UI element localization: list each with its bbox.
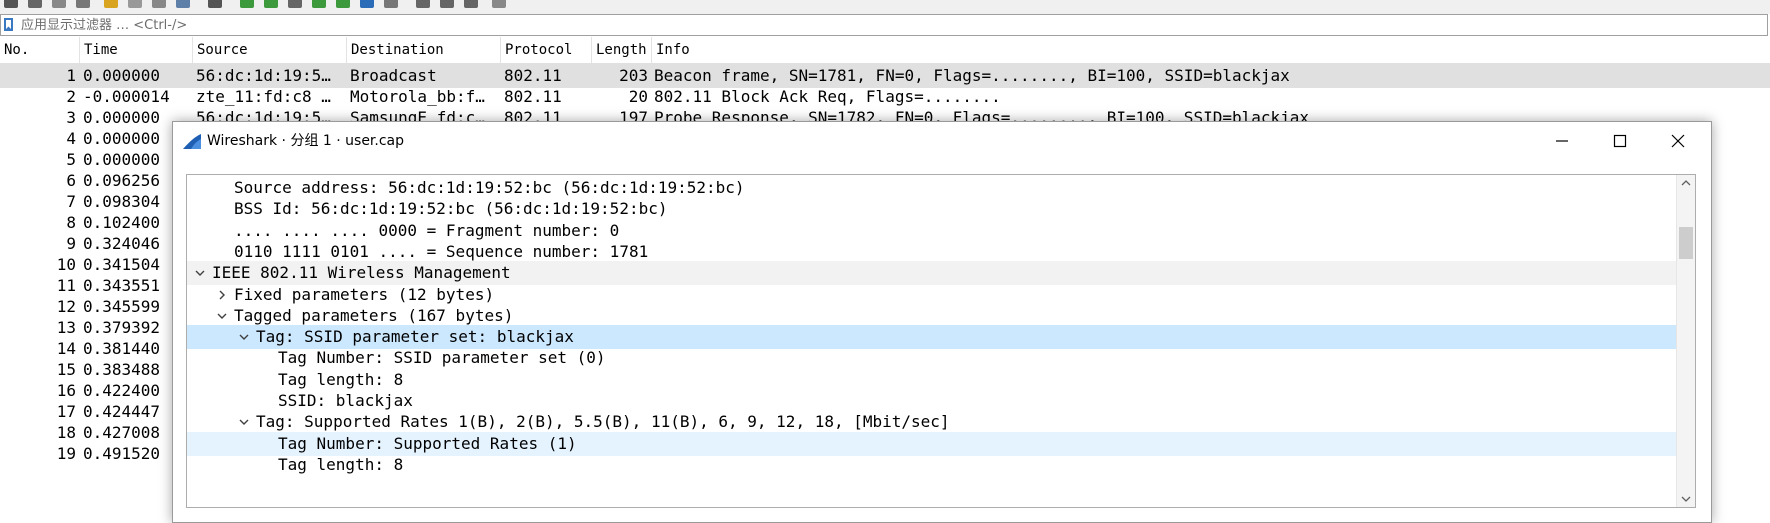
open-file-icon[interactable]: [104, 0, 118, 8]
close-file-icon[interactable]: [152, 0, 166, 8]
detail-tree-label: Tag Number: SSID parameter set (0): [278, 348, 606, 368]
go-back-icon[interactable]: [240, 0, 254, 8]
detail-tree-item[interactable]: Tag Number: Supported Rates (1): [187, 431, 1677, 456]
maximize-button[interactable]: [1591, 122, 1649, 160]
reload-file-icon[interactable]: [176, 0, 190, 8]
packet-detail-dialog: Wireshark · 分组 1 · user.cap Tag length: …: [172, 121, 1712, 523]
maximize-icon: [1613, 134, 1627, 148]
detail-tree-item[interactable]: Tagged parameters (167 bytes): [187, 304, 1677, 328]
detail-tree-item[interactable]: Tag length: 8: [187, 453, 1677, 477]
packet-detail-tree[interactable]: Tag length: 8 Tag Number: Supported Rates…: [186, 174, 1696, 508]
go-to-packet-icon[interactable]: [288, 0, 302, 8]
main-toolbar: [0, 0, 1770, 14]
detail-tree-label: SSID: blackjax: [278, 391, 413, 410]
restart-capture-icon[interactable]: [28, 0, 42, 8]
column-header-length[interactable]: Length: [592, 37, 652, 63]
detail-tree-label: Tag: Supported Rates 1(B), 2(B), 5.5(B),…: [256, 412, 950, 432]
capture-options-icon[interactable]: [52, 0, 66, 8]
filter-bookmark-icon[interactable]: [4, 18, 13, 31]
display-filter-input[interactable]: [21, 16, 1721, 34]
go-first-icon[interactable]: [312, 0, 326, 8]
detail-tree-item[interactable]: Tag: Supported Rates 1(B), 2(B), 5.5(B),…: [187, 410, 1677, 434]
detail-tree-label: Tagged parameters (167 bytes): [234, 305, 514, 325]
expand-chevron-down-icon[interactable]: [194, 267, 206, 279]
wireshark-fin-icon: [183, 134, 201, 149]
scroll-down-icon[interactable]: [1681, 496, 1691, 503]
reload-icon[interactable]: [76, 0, 90, 8]
find-packet-icon[interactable]: [208, 0, 222, 8]
detail-tree-item[interactable]: Tag: SSID parameter set: blackjax: [187, 325, 1677, 350]
zoom-out-icon[interactable]: [440, 0, 454, 8]
close-button[interactable]: [1649, 122, 1707, 160]
expand-chevron-down-icon[interactable]: [238, 331, 250, 343]
zoom-reset-icon[interactable]: [464, 0, 478, 8]
dialog-title: Wireshark · 分组 1 · user.cap: [207, 133, 405, 149]
go-forward-icon[interactable]: [264, 0, 278, 8]
detail-tree-item[interactable]: SSID: blackjax: [187, 389, 1677, 413]
detail-tree-label: Tag: SSID parameter set: blackjax: [256, 327, 574, 347]
dialog-titlebar[interactable]: Wireshark · 分组 1 · user.cap: [173, 122, 1711, 160]
detail-tree-label: Source address: 56:dc:1d:19:52:bc (56:dc…: [234, 178, 745, 197]
column-header-protocol[interactable]: Protocol: [501, 37, 592, 63]
auto-scroll-icon[interactable]: [360, 0, 374, 8]
column-header-source[interactable]: Source: [193, 37, 347, 63]
tree-vertical-scrollbar[interactable]: [1676, 175, 1695, 507]
resize-columns-icon[interactable]: [492, 0, 506, 8]
detail-tree-item[interactable]: 0110 1111 0101 .... = Sequence number: 1…: [187, 240, 1677, 264]
detail-tree-label: .... .... .... 0000 = Fragment number: 0: [234, 220, 620, 240]
minimize-button[interactable]: [1533, 122, 1591, 160]
detail-tree-label: IEEE 802.11 Wireless Management: [212, 263, 511, 283]
collapse-chevron-right-icon[interactable]: [216, 289, 228, 301]
close-icon: [1671, 134, 1685, 148]
detail-tree-item[interactable]: BSS Id: 56:dc:1d:19:52:bc (56:dc:1d:19:5…: [187, 197, 1677, 221]
detail-tree-label: BSS Id: 56:dc:1d:19:52:bc (56:dc:1d:19:5…: [234, 199, 668, 219]
detail-tree-item[interactable]: Fixed parameters (12 bytes): [187, 283, 1677, 307]
expand-chevron-down-icon[interactable]: [238, 416, 250, 428]
packet-list-header: No. Time Source Destination Protocol Len…: [0, 37, 1770, 64]
packet-cell-no: 19: [56, 444, 76, 463]
minimize-icon: [1556, 140, 1568, 142]
colorize-icon[interactable]: [384, 0, 398, 8]
detail-tree-item[interactable]: IEEE 802.11 Wireless Management: [187, 261, 1677, 286]
zoom-in-icon[interactable]: [416, 0, 430, 8]
detail-tree-label: Tag length: 8: [278, 369, 404, 389]
detail-tree-label: Fixed parameters (12 bytes): [234, 284, 495, 304]
scrollbar-thumb[interactable]: [1679, 227, 1693, 259]
column-header-destination[interactable]: Destination: [347, 37, 501, 63]
detail-tree-item[interactable]: .... .... .... 0000 = Fragment number: 0: [187, 219, 1677, 243]
display-filter-bar: [0, 14, 1768, 36]
expand-chevron-down-icon[interactable]: [216, 310, 228, 322]
save-file-icon[interactable]: [128, 0, 142, 8]
column-header-time[interactable]: Time: [80, 37, 193, 63]
go-last-icon[interactable]: [336, 0, 350, 8]
detail-tree-item[interactable]: Tag Number: SSID parameter set (0): [187, 346, 1677, 370]
detail-tree-label: 0110 1111 0101 .... = Sequence number: 1…: [234, 241, 649, 261]
detail-tree-label: Tag Number: Supported Rates (1): [278, 433, 577, 453]
detail-tree-item[interactable]: Source address: 56:dc:1d:19:52:bc (56:dc…: [187, 176, 1677, 200]
detail-tree-label: Tag length: 8: [278, 454, 404, 474]
column-header-no[interactable]: No.: [0, 37, 80, 63]
column-header-info[interactable]: Info: [652, 37, 1770, 63]
detail-tree-item[interactable]: Tag length: 8: [187, 368, 1677, 392]
scroll-up-icon[interactable]: [1681, 179, 1691, 186]
stop-capture-icon[interactable]: [4, 0, 18, 8]
